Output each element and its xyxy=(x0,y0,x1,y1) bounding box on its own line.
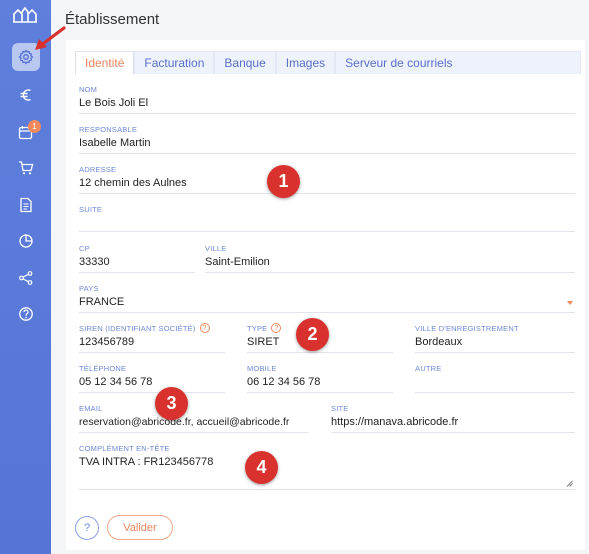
tab-banque[interactable]: Banque xyxy=(214,51,276,74)
pie-chart-icon xyxy=(18,234,33,248)
complement-entete-textarea[interactable]: COMPLÉMENT EN-TÊTE TVA INTRA : FR1234567… xyxy=(79,443,575,490)
pays-select[interactable]: PAYS FRANCE xyxy=(79,283,575,313)
marker-4: 4 xyxy=(245,451,278,484)
mobile-field[interactable]: MOBILE 06 12 34 56 78 xyxy=(247,363,393,393)
complement-input[interactable]: TVA INTRA : FR123456778 xyxy=(79,456,575,471)
tab-facturation[interactable]: Facturation xyxy=(134,51,215,74)
autre-field[interactable]: AUTRE xyxy=(415,363,575,393)
autre-label: AUTRE xyxy=(415,363,442,373)
adresse-input[interactable]: 12 chemin des Aulnes xyxy=(79,177,575,192)
adresse-label: ADRESSE xyxy=(79,164,117,174)
siren-help-icon[interactable]: ? xyxy=(199,323,210,333)
mobile-label: MOBILE xyxy=(247,363,277,373)
arrow-annotation-icon xyxy=(35,26,66,50)
sidebar-item-billing[interactable] xyxy=(0,80,51,110)
page-title: Établissement xyxy=(65,11,160,28)
tab-identite[interactable]: Identité xyxy=(75,51,135,75)
nom-input[interactable]: Le Bois Joli El xyxy=(79,97,575,112)
document-icon xyxy=(19,197,32,213)
sidebar-item-documents[interactable] xyxy=(0,190,51,220)
siren-field[interactable]: SIREN (IDENTIFIANT SOCIÉTÉ)? 123456789 xyxy=(79,323,225,353)
ville-field[interactable]: VILLE Saint-Emilion xyxy=(205,243,575,273)
adresse-field[interactable]: ADRESSE 12 chemin des Aulnes xyxy=(79,164,575,194)
help-icon xyxy=(18,307,33,321)
ville-enregistrement-label: VILLE D'ENREGISTREMENT xyxy=(415,323,519,333)
email-input[interactable]: reservation@abricode.fr, accueil@abricod… xyxy=(79,416,309,431)
site-field[interactable]: SITE https://manava.abricode.fr xyxy=(331,403,575,433)
pays-value[interactable]: FRANCE xyxy=(79,296,575,311)
email-field[interactable]: EMAIL reservation@abricode.fr, accueil@a… xyxy=(79,403,309,433)
site-label: SITE xyxy=(331,403,349,413)
telephone-field[interactable]: TÉLÉPHONE 05 12 34 56 78 xyxy=(79,363,225,393)
site-input[interactable]: https://manava.abricode.fr xyxy=(331,416,575,431)
cp-input[interactable]: 33330 xyxy=(79,256,195,271)
responsable-label: RESPONSABLE xyxy=(79,124,138,134)
ville-enregistrement-field[interactable]: VILLE D'ENREGISTREMENT Bordeaux xyxy=(415,323,575,353)
help-button[interactable]: ? xyxy=(75,516,99,540)
tab-serveur-courriels[interactable]: Serveur de courriels xyxy=(335,51,581,74)
sidebar-item-stats[interactable] xyxy=(0,226,51,256)
sidebar-item-share[interactable] xyxy=(0,263,51,293)
ville-enregistrement-input[interactable]: Bordeaux xyxy=(415,336,575,351)
ville-label: VILLE xyxy=(205,243,227,253)
cp-label: CP xyxy=(79,243,90,253)
suite-label: SUITE xyxy=(79,204,103,214)
form-card: Identité Facturation Banque Images Serve… xyxy=(66,40,585,550)
email-label: EMAIL xyxy=(79,403,103,413)
valider-button[interactable]: Valider xyxy=(107,515,173,540)
euro-icon xyxy=(20,89,31,101)
complement-label: COMPLÉMENT EN-TÊTE xyxy=(79,443,170,453)
sidebar: 1 xyxy=(0,0,51,554)
telephone-input[interactable]: 05 12 34 56 78 xyxy=(79,376,225,391)
responsable-field[interactable]: RESPONSABLE Isabelle Martin xyxy=(79,124,575,154)
cart-icon xyxy=(18,161,33,175)
mobile-input[interactable]: 06 12 34 56 78 xyxy=(247,376,393,391)
sidebar-item-calendar[interactable]: 1 xyxy=(0,117,51,147)
siren-label: SIREN (IDENTIFIANT SOCIÉTÉ) xyxy=(79,323,196,333)
cp-field[interactable]: CP 33330 xyxy=(79,243,195,273)
type-label: TYPE xyxy=(247,323,268,333)
tab-bar: Identité Facturation Banque Images Serve… xyxy=(75,51,581,75)
share-icon xyxy=(18,271,32,285)
chevron-down-icon[interactable] xyxy=(567,301,573,305)
sidebar-item-cart[interactable] xyxy=(0,153,51,183)
responsable-input[interactable]: Isabelle Martin xyxy=(79,137,575,152)
nom-label: NOM xyxy=(79,84,98,94)
ville-input[interactable]: Saint-Emilion xyxy=(205,256,575,271)
type-help-icon[interactable]: ? xyxy=(271,323,282,333)
siren-input[interactable]: 123456789 xyxy=(79,336,225,351)
marker-3: 3 xyxy=(155,387,188,420)
logo-icon[interactable] xyxy=(12,5,38,23)
marker-2: 2 xyxy=(296,318,329,351)
tab-images[interactable]: Images xyxy=(275,51,336,74)
sidebar-item-help[interactable] xyxy=(0,299,51,329)
resize-handle-icon[interactable] xyxy=(566,480,573,487)
suite-field[interactable]: SUITE xyxy=(79,204,575,232)
calendar-badge: 1 xyxy=(28,120,41,133)
marker-1: 1 xyxy=(267,165,300,198)
telephone-label: TÉLÉPHONE xyxy=(79,363,127,373)
pays-label: PAYS xyxy=(79,283,99,293)
suite-input[interactable] xyxy=(79,217,575,232)
nom-field[interactable]: NOM Le Bois Joli El xyxy=(79,84,575,114)
autre-input[interactable] xyxy=(415,376,575,391)
